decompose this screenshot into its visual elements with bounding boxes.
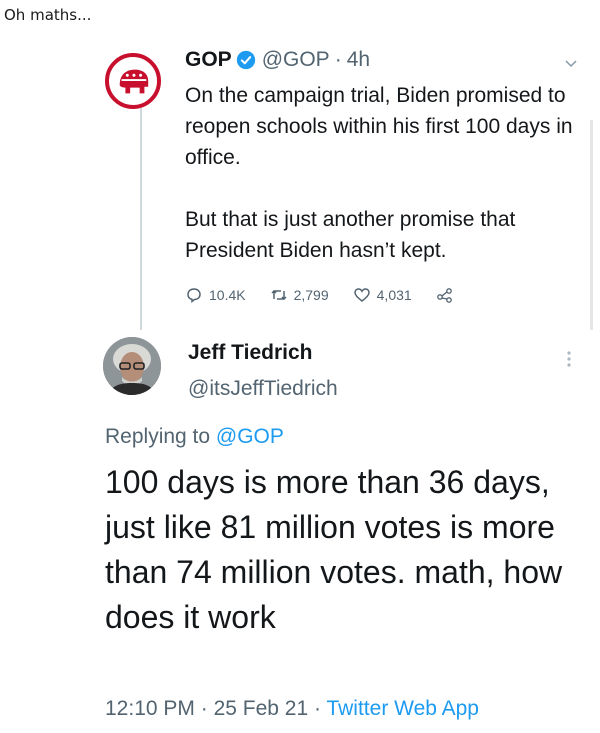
avatar-photo <box>103 337 161 395</box>
share-button[interactable] <box>436 286 460 304</box>
tweet2-meta: 12:10 PM · 25 Feb 21 · Twitter Web App <box>105 697 479 721</box>
gop-avatar[interactable] <box>105 53 161 109</box>
replying-prefix: Replying to <box>105 425 211 448</box>
reply-button[interactable]: 10.4K <box>185 286 246 304</box>
tweet1-handle[interactable]: @GOP <box>262 48 330 72</box>
jeff-tiedrich-avatar[interactable] <box>103 337 161 395</box>
verified-icon <box>236 50 255 70</box>
meta-separator: · <box>200 697 208 720</box>
gop-elephant-icon <box>119 69 149 94</box>
like-icon <box>353 288 370 302</box>
reply-count: 10.4K <box>209 287 246 303</box>
replying-to-line: Replying to @GOP <box>105 425 284 449</box>
tweet2-handle[interactable]: @itsJeffTiedrich <box>188 377 338 401</box>
tweet1-header: GOP @GOP · 4h <box>185 48 370 72</box>
retweet-button[interactable]: 2,799 <box>270 286 329 304</box>
chevron-down-icon[interactable] <box>564 56 578 70</box>
reply-icon <box>187 288 201 304</box>
tweet1-separator: · <box>334 48 342 71</box>
replying-to-mention[interactable]: @GOP <box>216 425 284 448</box>
tweet2-date[interactable]: 25 Feb 21 <box>214 697 309 720</box>
like-count: 4,031 <box>376 287 412 303</box>
tweet1-author-name[interactable]: GOP <box>185 48 232 72</box>
tweet2-text: 100 days is more than 36 days, just like… <box>105 464 563 635</box>
share-icon <box>436 288 452 303</box>
tweet1-action-bar: 10.4K 2,799 4,031 <box>185 286 484 304</box>
meta-separator: · <box>314 697 321 720</box>
tweet2-time[interactable]: 12:10 PM <box>105 697 195 720</box>
retweet-count: 2,799 <box>293 287 329 303</box>
retweet-icon <box>271 289 287 301</box>
thread-line <box>140 108 142 330</box>
scrollbar[interactable] <box>590 120 593 330</box>
like-button[interactable]: 4,031 <box>353 286 412 304</box>
tweet2-source-app[interactable]: Twitter Web App <box>326 697 479 720</box>
tweet2-author-name[interactable]: Jeff Tiedrich <box>188 341 312 365</box>
tweet1-text: On the campaign trial, Biden promised to… <box>185 84 573 262</box>
post-caption: Oh maths... <box>4 6 92 24</box>
tweet1-time[interactable]: 4h <box>347 48 370 72</box>
more-options-icon[interactable] <box>566 350 572 368</box>
